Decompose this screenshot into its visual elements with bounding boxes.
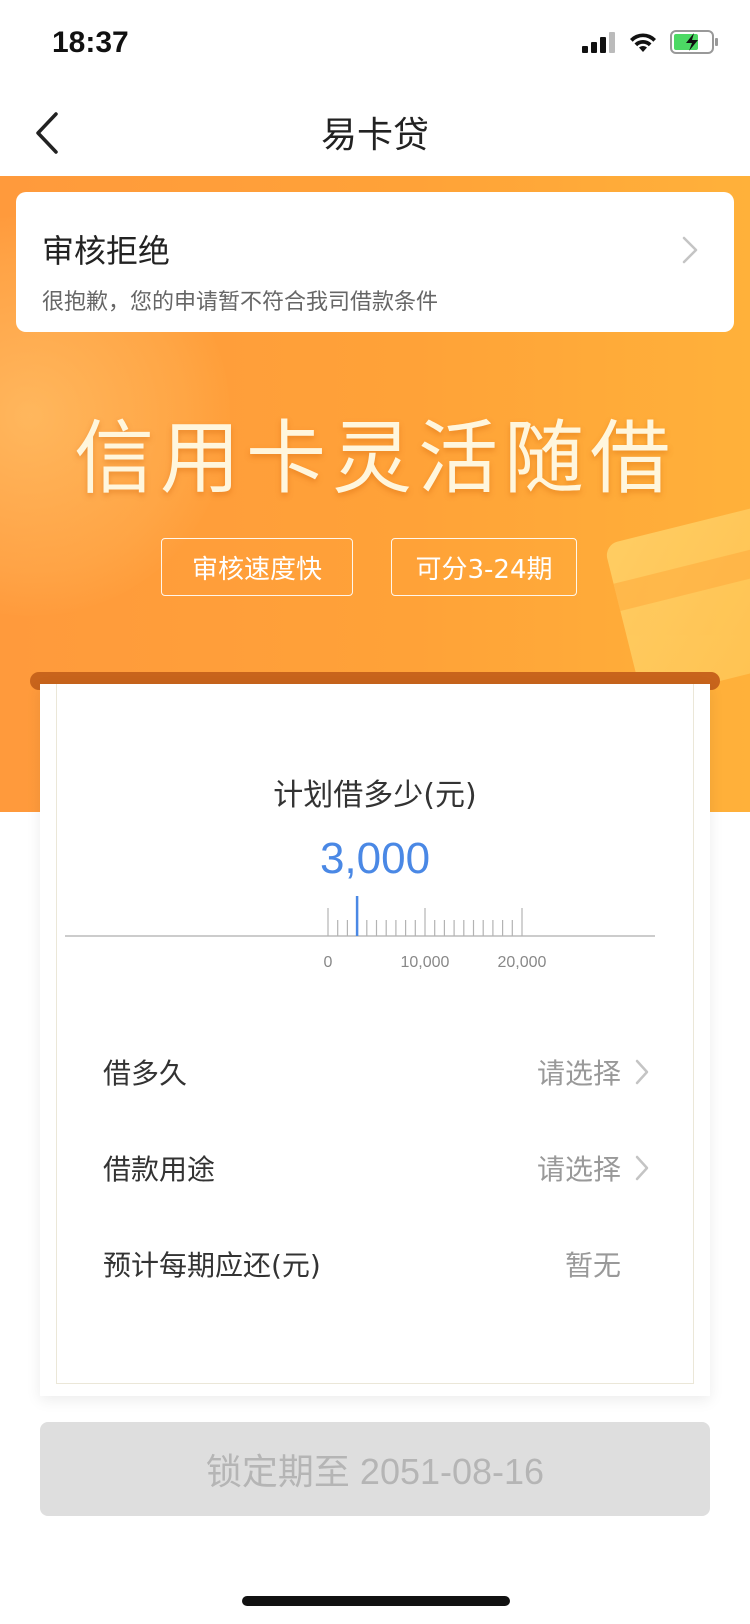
feature-tag: 可分3-24期 xyxy=(391,538,577,596)
loan-form-inner: 计划借多少(元) 3,000 0 10,000 20,000 借多久 请选择 借… xyxy=(56,684,694,1384)
status-icons xyxy=(582,30,720,54)
status-time: 18:37 xyxy=(52,26,129,59)
status-bar: 18:37 xyxy=(0,0,750,88)
scale-tick-label: 0 xyxy=(323,954,333,971)
loan-purpose-value: 请选择 xyxy=(536,1153,621,1186)
page-title: 易卡贷 xyxy=(320,115,429,156)
scale-tick-label: 20,000 xyxy=(497,954,547,971)
amount-value: 3,000 xyxy=(319,834,431,883)
repayment-label: 预计每期应还(元) xyxy=(103,1249,321,1282)
amount-ruler[interactable] xyxy=(65,896,655,946)
banner-slogan: 信用卡灵活随借 xyxy=(74,412,676,505)
loan-purpose-label: 借款用途 xyxy=(103,1153,216,1186)
home-indicator xyxy=(242,1596,510,1606)
loan-term-row[interactable]: 借多久 请选择 xyxy=(103,1042,649,1102)
wifi-icon xyxy=(630,33,656,52)
chevron-right-icon xyxy=(635,1059,649,1085)
repayment-value: 暂无 xyxy=(564,1249,621,1282)
loan-purpose-row[interactable]: 借款用途 请选择 xyxy=(103,1138,649,1198)
feature-tag: 审核速度快 xyxy=(161,538,353,596)
amount-label: 计划借多少(元) xyxy=(273,778,477,813)
loan-term-value: 请选择 xyxy=(536,1057,621,1090)
repayment-row: 预计每期应还(元) 暂无 xyxy=(103,1234,649,1294)
battery-charging-icon xyxy=(670,30,718,54)
review-status-title: 审核拒绝 xyxy=(42,232,171,270)
loan-form-card: 计划借多少(元) 3,000 0 10,000 20,000 借多久 请选择 借… xyxy=(40,684,710,1396)
review-status-message: 很抱歉，您的申请暂不符合我司借款条件 xyxy=(42,290,439,315)
scale-tick-label: 10,000 xyxy=(400,954,450,971)
lock-period-button[interactable]: 锁定期至 2051-08-16 xyxy=(40,1422,710,1516)
chevron-right-icon xyxy=(682,236,698,264)
amount-slider[interactable]: 0 10,000 20,000 xyxy=(65,896,655,976)
nav-bar: 易卡贷 xyxy=(0,88,750,176)
credit-card-illustration xyxy=(603,491,750,701)
review-result-card[interactable]: 审核拒绝 很抱歉，您的申请暂不符合我司借款条件 xyxy=(16,192,734,332)
signal-icon xyxy=(582,32,615,53)
loan-term-label: 借多久 xyxy=(103,1057,188,1090)
chevron-right-icon xyxy=(635,1155,649,1181)
